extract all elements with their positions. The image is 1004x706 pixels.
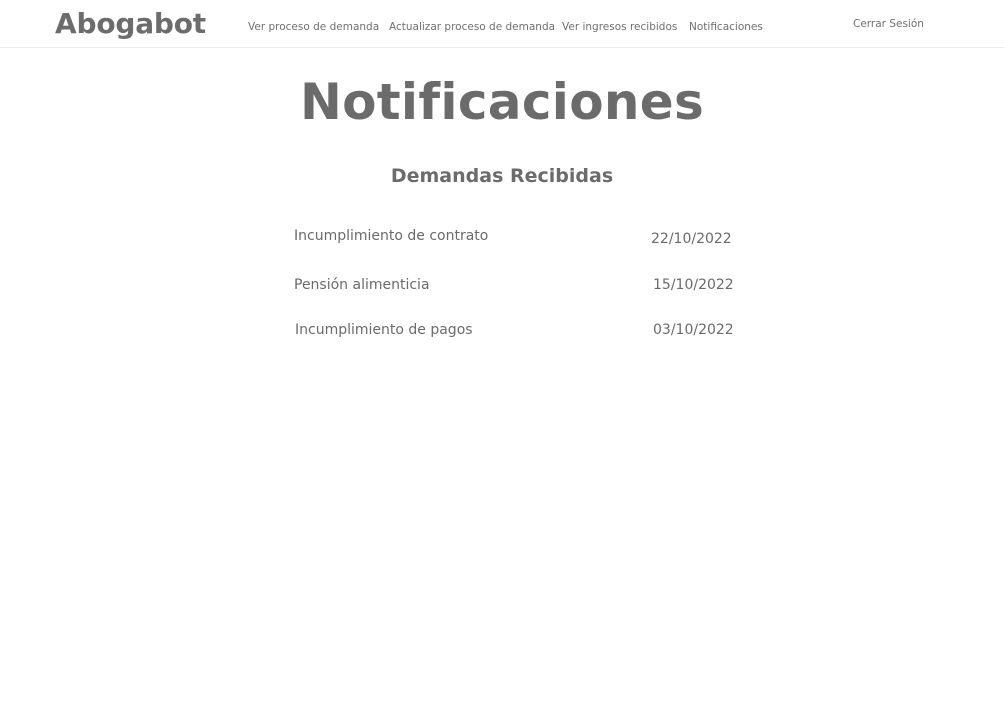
notification-label: Pensión alimenticia — [294, 277, 430, 293]
logout-link[interactable]: Cerrar Sesión — [853, 17, 924, 31]
page-title: Notificaciones — [299, 73, 705, 131]
notification-date: 15/10/2022 — [653, 277, 734, 293]
nav-item-ver-proceso[interactable]: Ver proceso de demanda — [248, 20, 379, 34]
nav-item-actualizar-proceso[interactable]: Actualizar proceso de demanda — [389, 20, 555, 34]
nav-item-notificaciones[interactable]: Notificaciones — [689, 20, 763, 34]
notification-label: Incumplimiento de pagos — [295, 322, 473, 338]
notification-date: 22/10/2022 — [651, 231, 732, 247]
notification-date: 03/10/2022 — [653, 322, 734, 338]
top-navbar: Abogabot Ver proceso de demanda Actualiz… — [0, 0, 1004, 48]
notification-label: Incumplimiento de contrato — [294, 228, 489, 244]
nav-item-ver-ingresos[interactable]: Ver ingresos recibidos — [562, 20, 677, 34]
brand-logo[interactable]: Abogabot — [55, 6, 206, 42]
section-title: Demandas Recibidas — [390, 165, 614, 187]
